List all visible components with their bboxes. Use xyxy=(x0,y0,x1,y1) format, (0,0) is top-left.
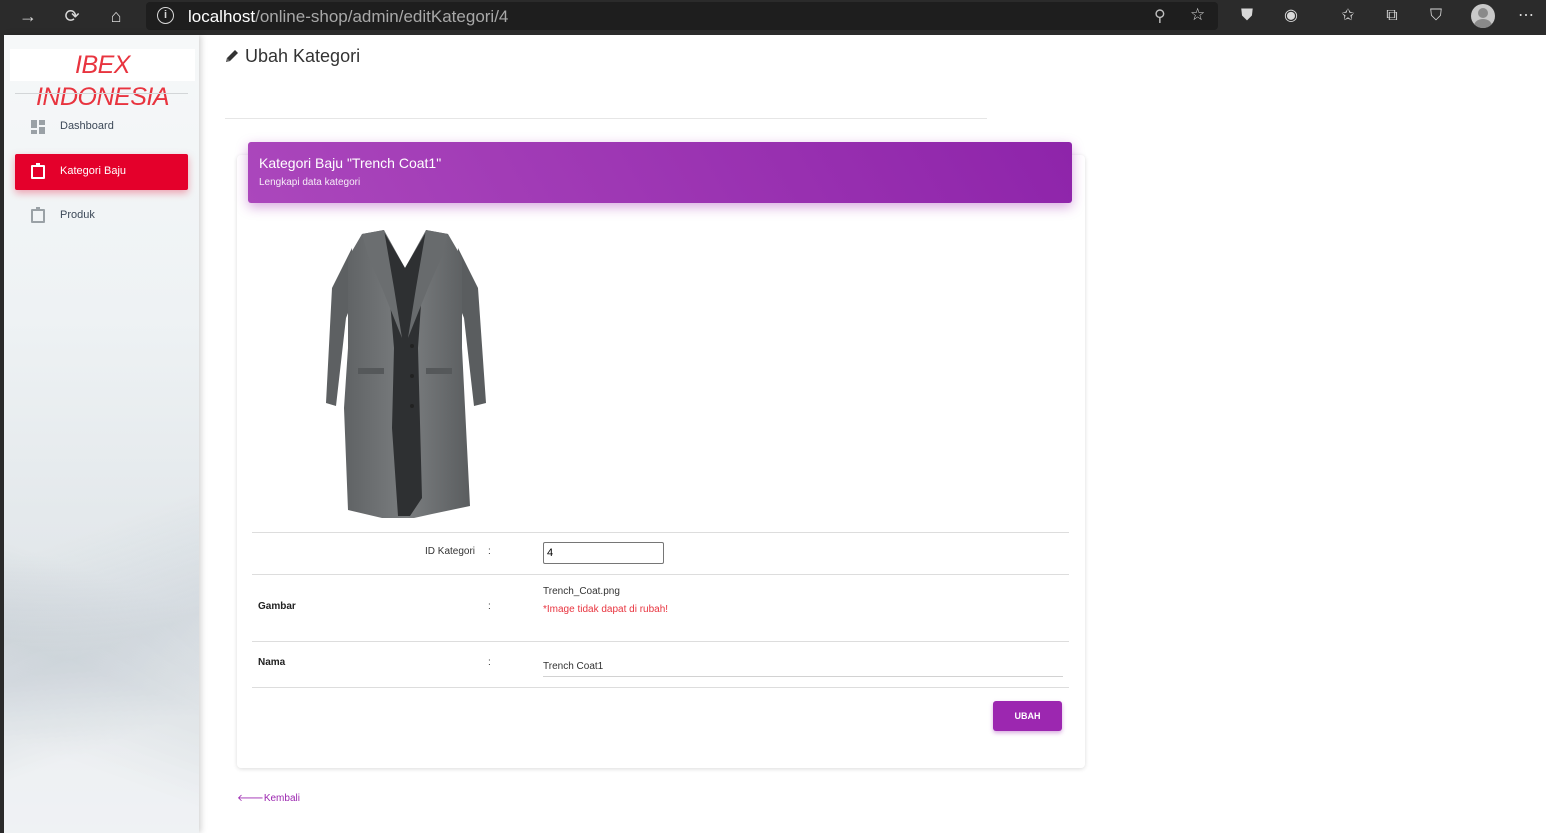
clipboard-icon xyxy=(31,163,45,179)
add-favorite-icon[interactable]: ☆ xyxy=(1190,5,1205,25)
form-divider xyxy=(252,574,1069,575)
coat-image xyxy=(326,230,486,518)
sidebar-item-label: Produk xyxy=(60,209,95,221)
nama-label: Nama xyxy=(258,657,286,668)
zoom-icon[interactable]: ⚲ xyxy=(1154,6,1166,26)
browser-toolbar: → ⟳ ⌂ i localhost/online-shop/admin/edit… xyxy=(0,0,1546,33)
browser-essentials-icon[interactable]: ⛉ xyxy=(1426,6,1446,26)
sidebar-item-dashboard[interactable]: Dashboard xyxy=(15,109,188,145)
profile-avatar[interactable] xyxy=(1471,4,1495,28)
favorites-icon[interactable]: ✩ xyxy=(1338,6,1358,26)
home-icon[interactable]: ⌂ xyxy=(104,5,128,27)
title-divider xyxy=(225,118,987,119)
site-info-icon[interactable]: i xyxy=(157,7,174,24)
forward-icon[interactable]: → xyxy=(16,5,40,27)
nama-input[interactable] xyxy=(543,657,1063,677)
arrow-left-icon: 🡐 xyxy=(237,793,264,804)
sidebar-item-label: Dashboard xyxy=(60,120,114,132)
card-subtitle: Lengkapi data kategori xyxy=(259,177,361,188)
pencil-icon xyxy=(226,50,238,62)
card-title: Kategori Baju "Trench Coat1" xyxy=(259,155,442,171)
colon-separator: : xyxy=(488,546,491,557)
shield-extension-icon[interactable]: ⛊ xyxy=(1237,6,1257,26)
sidebar-item-produk[interactable]: Produk xyxy=(15,198,188,234)
card-header: Kategori Baju "Trench Coat1" Lengkapi da… xyxy=(248,142,1072,203)
collections-icon[interactable]: ⧉ xyxy=(1382,6,1402,26)
id-kategori-label: ID Kategori xyxy=(425,546,476,557)
sidebar-item-label: Kategori Baju xyxy=(60,165,127,177)
form-divider xyxy=(252,641,1069,642)
ubah-button[interactable]: UBAH xyxy=(993,701,1062,731)
sidebar-background-image xyxy=(4,415,199,833)
image-warning-text: *Image tidak dapat di rubah! xyxy=(543,604,669,615)
extension-icon[interactable]: ◉ xyxy=(1281,6,1301,26)
form-divider xyxy=(252,532,1069,533)
reload-icon[interactable]: ⟳ xyxy=(60,5,84,27)
page-viewport: IBEX INDONESIA Dashboard Kategori Baju P… xyxy=(4,35,1546,833)
gambar-label: Gambar xyxy=(258,601,296,612)
brand-logo[interactable]: IBEX INDONESIA xyxy=(10,49,195,111)
colon-separator: : xyxy=(488,657,491,668)
more-menu-icon[interactable]: ⋯ xyxy=(1516,6,1536,26)
image-file-name: Trench_Coat.png xyxy=(543,586,620,597)
address-bar[interactable]: i localhost/online-shop/admin/editKatego… xyxy=(146,2,1218,30)
clipboard-icon xyxy=(31,207,45,223)
back-link[interactable]: 🡐Kembali xyxy=(237,792,300,804)
dashboard-icon xyxy=(31,120,45,134)
sidebar: IBEX INDONESIA Dashboard Kategori Baju P… xyxy=(4,35,199,833)
logo-divider xyxy=(15,93,188,94)
url-text[interactable]: localhost/online-shop/admin/editKategori… xyxy=(188,7,508,27)
sidebar-item-kategori-baju[interactable]: Kategori Baju xyxy=(15,154,188,190)
form-divider xyxy=(252,687,1069,688)
id-kategori-input[interactable] xyxy=(543,542,664,564)
page-title: Ubah Kategori xyxy=(225,46,360,67)
colon-separator: : xyxy=(488,601,491,612)
